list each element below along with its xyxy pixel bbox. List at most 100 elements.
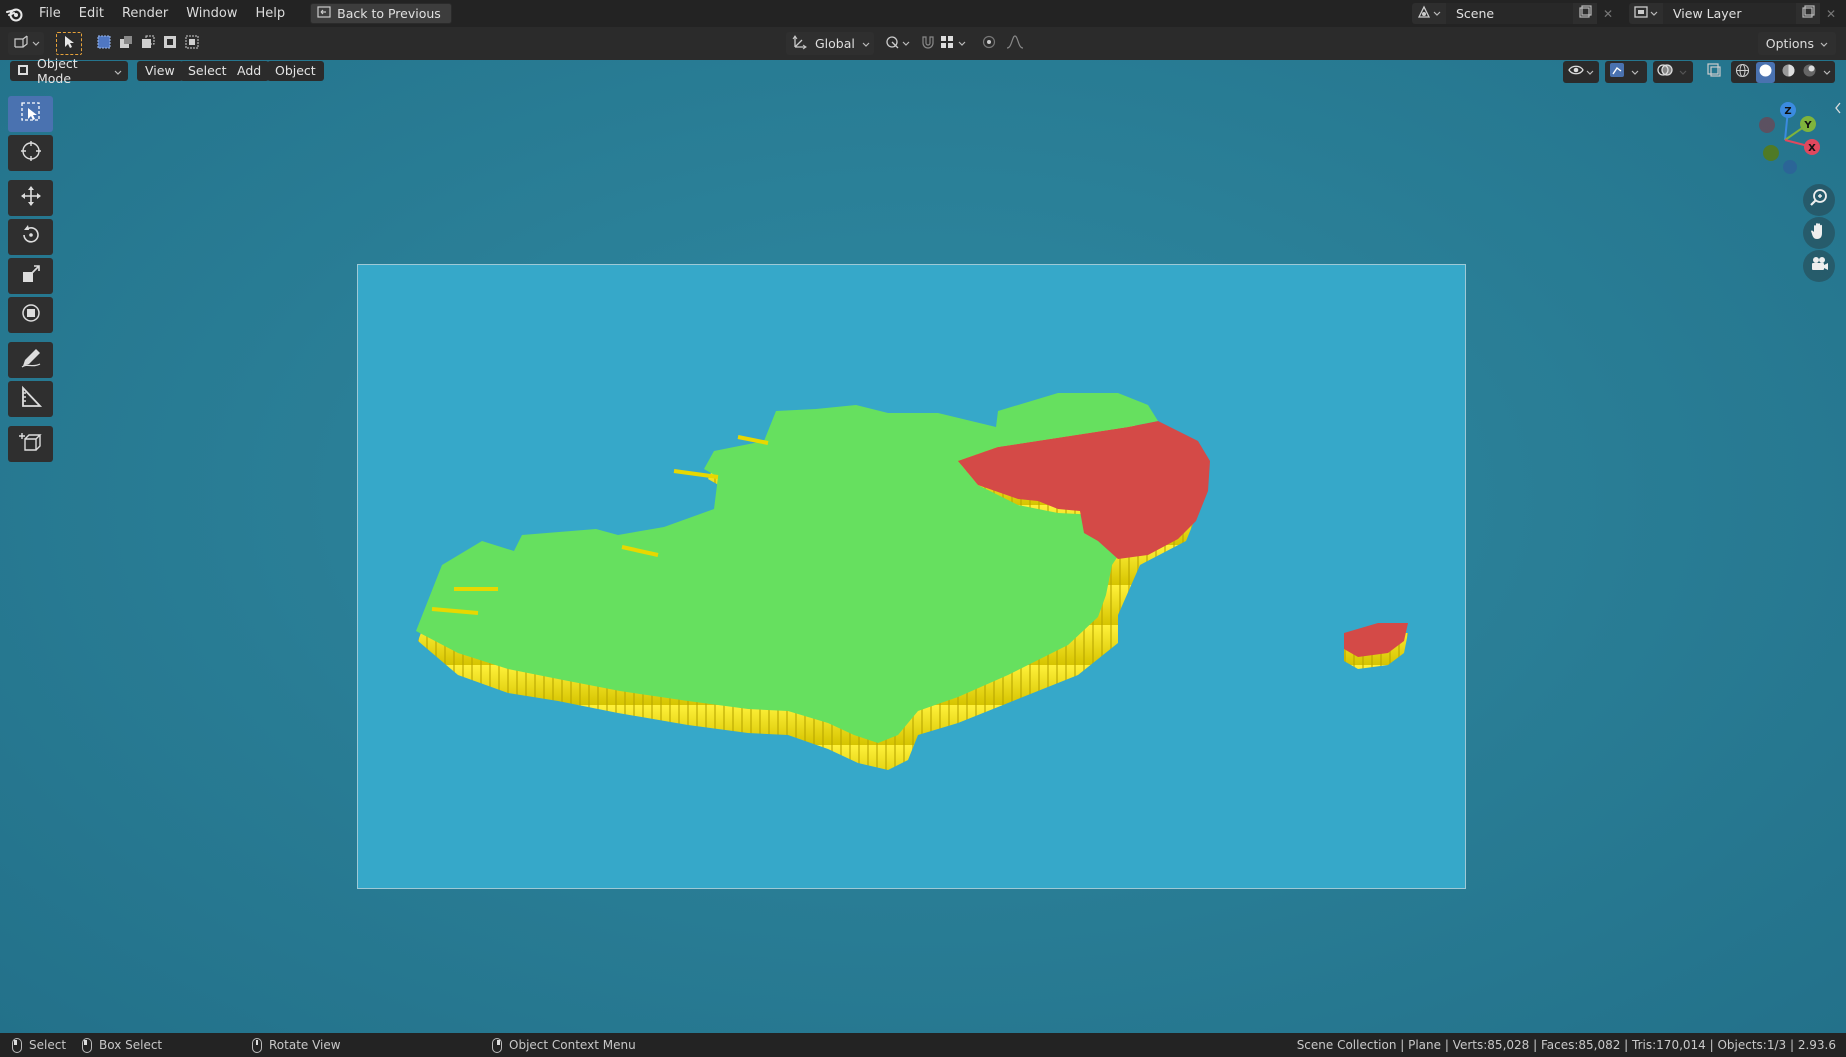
gizmo-neg-z-icon[interactable] <box>1783 160 1797 174</box>
view-layer-browse-button[interactable] <box>1629 3 1663 24</box>
chevron-down-icon[interactable] <box>1823 65 1831 80</box>
viewport-menu-add[interactable]: Add <box>229 61 270 81</box>
options-label: Options <box>1765 36 1814 51</box>
status-bar: Select Box Select Rotate View Object Con… <box>0 1033 1846 1057</box>
gizmo-neg-y-icon[interactable] <box>1763 145 1779 161</box>
scene-new-button[interactable] <box>1573 3 1597 24</box>
tool-annotate[interactable] <box>8 342 53 378</box>
transform-orientation-dropdown[interactable]: Global <box>786 32 874 55</box>
scene-browse-button[interactable] <box>1412 3 1446 24</box>
select-intersect-icon[interactable] <box>184 34 200 54</box>
viewport-menu-select[interactable]: Select <box>180 61 235 81</box>
gizmo-neg-x-icon[interactable] <box>1759 117 1775 133</box>
tool-move[interactable] <box>8 180 53 216</box>
view-layer-selector: View Layer ✕ <box>1629 3 1842 24</box>
chevron-down-icon <box>1820 36 1828 51</box>
material-preview-icon[interactable] <box>1781 63 1796 82</box>
tool-rotate[interactable] <box>8 219 53 255</box>
tool-cursor[interactable] <box>8 135 53 171</box>
blender-logo-icon[interactable] <box>0 0 30 27</box>
falloff-curve-icon[interactable] <box>1006 34 1024 53</box>
overlays-icon <box>1657 62 1673 82</box>
gizmo-z-label: Z <box>1784 106 1791 117</box>
chevron-down-icon <box>1650 6 1658 21</box>
cursor-arrow-icon <box>63 35 75 53</box>
chevron-down-icon <box>862 36 870 51</box>
solid-shading-icon[interactable] <box>1756 61 1775 83</box>
viewport-3d[interactable]: Object Mode View Select Add Object Z Y X <box>0 56 1846 1033</box>
close-icon: ✕ <box>1602 6 1614 21</box>
transform-icon <box>19 301 43 329</box>
pan-view-button[interactable] <box>1803 217 1835 249</box>
scene-name-field[interactable]: Scene <box>1446 3 1573 24</box>
snap-magnet-icon[interactable] <box>920 34 936 54</box>
status-context-menu-label: Object Context Menu <box>509 1038 636 1052</box>
status-context-menu-hint: Object Context Menu <box>492 1033 636 1057</box>
hand-icon <box>1809 221 1829 245</box>
chevron-down-icon <box>1586 65 1594 80</box>
select-new-icon[interactable] <box>96 34 112 54</box>
gizmo-toggle-group[interactable] <box>1605 61 1647 83</box>
view-layer-new-button[interactable] <box>1796 3 1820 24</box>
back-to-previous-button[interactable]: Back to Previous <box>310 3 452 24</box>
chevron-down-icon[interactable] <box>958 36 966 51</box>
screen-back-icon <box>317 6 331 21</box>
selection-mode-group <box>94 32 200 55</box>
overlays-toggle-group[interactable] <box>1653 61 1693 83</box>
zoom-view-button[interactable] <box>1803 184 1835 216</box>
xray-toggle-button[interactable] <box>1704 61 1724 83</box>
active-tool-select-button[interactable] <box>56 32 82 55</box>
menu-edit[interactable]: Edit <box>70 0 113 27</box>
viewport-3d-icon <box>13 35 29 53</box>
viewport-header: Object Mode View Select Add Object <box>0 56 1846 86</box>
object-mode-dropdown[interactable]: Object Mode <box>10 56 128 86</box>
eye-icon <box>1568 64 1584 80</box>
select-invert-icon[interactable] <box>162 34 178 54</box>
measure-ruler-icon <box>19 385 43 413</box>
menu-file[interactable]: File <box>30 0 70 27</box>
chevron-down-icon <box>114 64 122 79</box>
pivot-point-dropdown[interactable] <box>880 32 914 55</box>
tool-header: Global Options <box>0 27 1846 60</box>
sidebar-toggle-chevron-icon[interactable] <box>1834 102 1842 114</box>
render-layers-icon <box>1634 5 1648 23</box>
mouse-right-icon <box>492 1037 502 1053</box>
wireframe-shading-icon[interactable] <box>1735 63 1750 82</box>
view-layer-name-field[interactable]: View Layer <box>1663 3 1796 24</box>
cursor-3d-icon <box>19 139 43 167</box>
viewport-menu-view[interactable]: View <box>137 61 183 81</box>
tool-measure[interactable] <box>8 381 53 417</box>
viewport-menu-object[interactable]: Object <box>267 61 324 81</box>
gizmo-x-label: X <box>1808 143 1816 154</box>
gizmo-icon <box>1609 62 1625 82</box>
scene-delete-button[interactable]: ✕ <box>1597 3 1619 24</box>
snap-increment-icon[interactable] <box>940 35 954 53</box>
menu-help[interactable]: Help <box>247 0 295 27</box>
menu-window[interactable]: Window <box>177 0 246 27</box>
snapping-group <box>920 32 976 55</box>
editor-type-button[interactable] <box>8 32 44 55</box>
tool-scale[interactable] <box>8 258 53 294</box>
chevron-down-icon <box>1679 65 1687 80</box>
tool-add-cube[interactable] <box>8 426 53 462</box>
rotate-icon <box>19 223 43 251</box>
status-rotate-view-hint: Rotate View <box>252 1033 341 1057</box>
move-icon <box>19 184 43 212</box>
scene-icon <box>1417 5 1431 23</box>
select-box-icon <box>19 100 43 128</box>
status-select-label: Select <box>29 1038 67 1052</box>
tool-transform[interactable] <box>8 297 53 333</box>
visibility-dropdown[interactable] <box>1563 61 1599 83</box>
menu-render[interactable]: Render <box>113 0 177 27</box>
rendered-shading-icon[interactable] <box>1802 63 1817 82</box>
camera-view-button[interactable] <box>1803 250 1835 282</box>
proportional-edit-icon[interactable] <box>982 35 996 53</box>
navigation-gizmo[interactable]: Z Y X <box>1745 100 1825 180</box>
options-dropdown[interactable]: Options <box>1757 32 1836 55</box>
select-subtract-icon[interactable] <box>140 34 156 54</box>
status-box-select-hint: Box Select <box>82 1033 162 1057</box>
tool-select-box[interactable] <box>8 96 53 132</box>
mouse-drag-icon <box>82 1037 92 1053</box>
select-extend-icon[interactable] <box>118 34 134 54</box>
view-layer-delete-button[interactable]: ✕ <box>1820 3 1842 24</box>
